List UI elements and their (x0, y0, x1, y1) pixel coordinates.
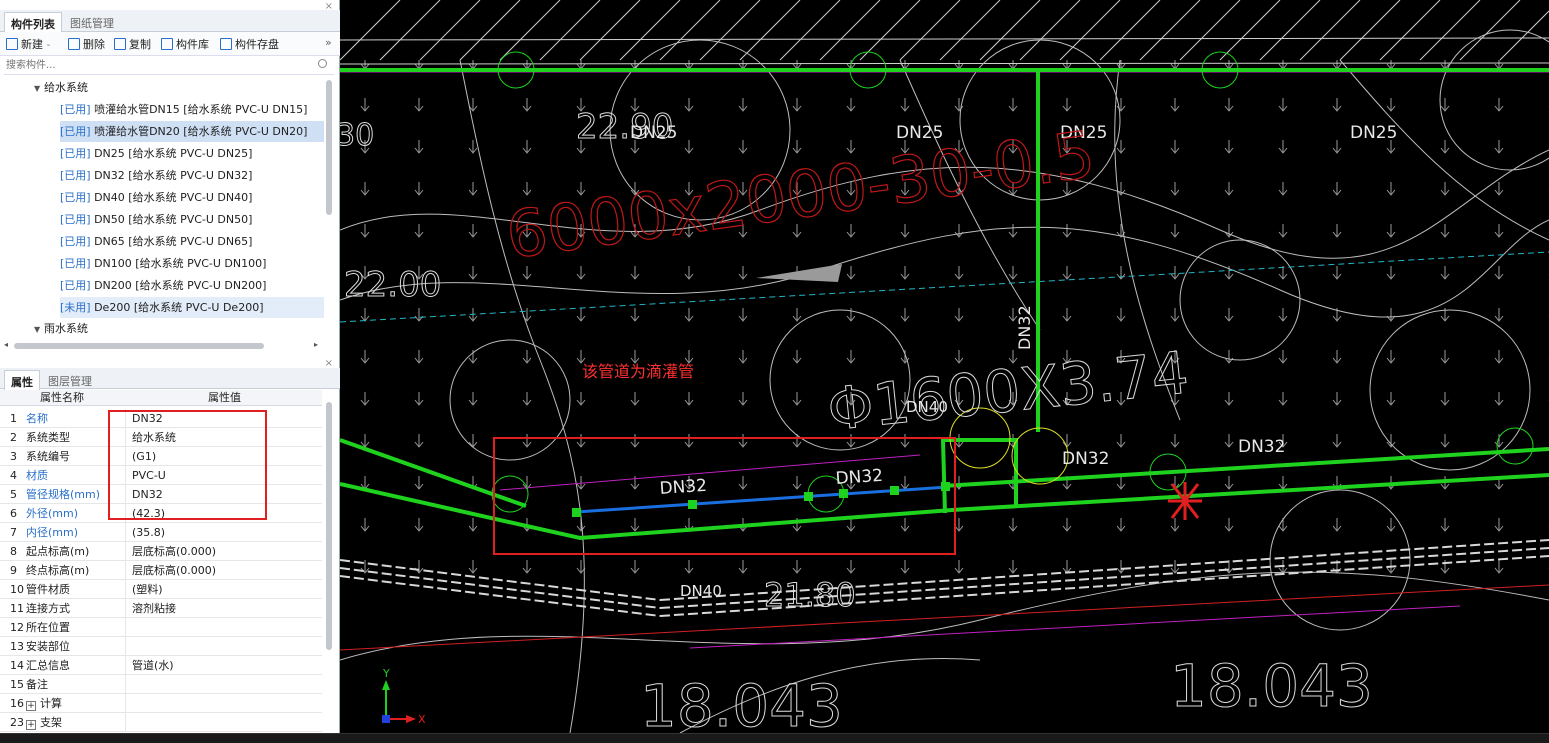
component-library-button[interactable]: 构件库 (161, 36, 209, 52)
tree-item[interactable]: [已用] DN32 [给水系统 PVC-U DN32] (60, 165, 324, 186)
tree-horizontal-scrollbar[interactable] (14, 343, 264, 349)
axis-x-label: X (418, 713, 426, 726)
property-row[interactable]: 7 内径(mm) (35.8) (0, 523, 322, 542)
status-bar (0, 733, 1549, 743)
tree-group-rainwater[interactable]: ▼ 雨水系统 (34, 318, 324, 339)
pipe-label: DN40 (906, 398, 948, 416)
property-table-header: 属性名称 属性值 (0, 390, 322, 406)
cad-drawing: 22.90 DN25 DN25 DN25 DN25 30 22.00 6000x… (340, 0, 1549, 733)
tree-item[interactable]: [已用] DN100 [给水系统 PVC-U DN100] (60, 253, 324, 274)
column-header-value: 属性值 (208, 391, 241, 404)
annotation-drip-pipe: 该管道为滴灌管 (582, 362, 694, 381)
tree-item[interactable]: [已用] DN40 [给水系统 PVC-U DN40] (60, 187, 324, 208)
axis-y-label: Y (382, 667, 390, 680)
tree-item[interactable]: [已用] 喷灌给水管DN15 [给水系统 PVC-U DN15] (60, 99, 324, 120)
caret-down-icon: ▼ (34, 325, 41, 334)
search-icon[interactable] (318, 59, 327, 68)
tree-item[interactable]: [已用] DN65 [给水系统 PVC-U DN65] (60, 231, 324, 252)
tree-item[interactable]: [已用] DN50 [给水系统 PVC-U DN50] (60, 209, 324, 230)
copy-button[interactable]: 复制 (114, 36, 151, 52)
new-icon (6, 38, 18, 50)
tree-item[interactable]: [已用] DN200 [给水系统 PVC-U DN200] (60, 275, 324, 296)
expand-plus-icon[interactable]: + (26, 720, 36, 730)
tree-item-hover[interactable]: [未用] De200 [给水系统 PVC-U De200] (60, 297, 324, 318)
expand-plus-icon[interactable]: + (26, 701, 36, 711)
tree-item[interactable]: [已用] DN25 [给水系统 PVC-U DN25] (60, 143, 324, 164)
pipe-label: DN32 (659, 476, 708, 499)
tab-drawing-management[interactable]: 图纸管理 (64, 12, 120, 32)
tab-properties[interactable]: 属性 (4, 370, 40, 390)
property-row[interactable]: 9 终点标高(m) 层底标高(0.000) (0, 561, 322, 580)
elevation-label: 21.80 (764, 576, 856, 614)
trash-icon (68, 38, 80, 50)
pipe-label: DN40 (680, 582, 722, 600)
new-button[interactable]: 新建 - (6, 36, 50, 52)
property-vertical-scrollbar[interactable] (326, 402, 332, 650)
copy-icon (114, 38, 126, 50)
tab-component-list[interactable]: 构件列表 (4, 12, 62, 32)
delete-button[interactable]: 删除 (68, 36, 105, 52)
top-tabbar: 构件列表 图纸管理 (0, 10, 340, 32)
pipe-label: DN32 (1238, 437, 1285, 457)
component-panel: × 构件列表 图纸管理 新建 - 删除 复制 构件库 构件存盘 » ▼给水系统 … (0, 0, 340, 733)
more-chevron-icon[interactable]: » (325, 36, 332, 52)
elevation-label: 22.00 (344, 265, 441, 305)
property-row[interactable]: 11 连接方式 溶剂粘接 (0, 599, 322, 618)
library-icon (161, 38, 173, 50)
component-save-button[interactable]: 构件存盘 (220, 36, 279, 52)
component-toolbar: 新建 - 删除 复制 构件库 构件存盘 » (0, 32, 340, 56)
caret-down-icon: ▼ (34, 84, 41, 93)
elevation-label: 18.043 (1170, 652, 1373, 720)
elevation-label: 18.043 (640, 672, 843, 733)
asterisk-marker (1168, 482, 1202, 520)
tree-group-water-supply[interactable]: ▼ 给水系统 (34, 77, 324, 98)
bottom-tabbar: 属性 图层管理 (0, 368, 340, 390)
properties-highlight-box (108, 410, 267, 520)
scroll-right-icon[interactable]: ▸ (314, 340, 318, 349)
property-row[interactable]: 15 备注 (0, 675, 322, 694)
property-row-expandable[interactable]: 16 + 计算 (0, 694, 322, 713)
pipe-label: DN32 (835, 466, 884, 489)
property-row[interactable]: 10 管件材质 (塑料) (0, 580, 322, 599)
pipe-label: DN32 (1015, 305, 1034, 350)
number-label: 30 (340, 118, 374, 153)
property-row[interactable]: 14 汇总信息 管道(水) (0, 656, 322, 675)
tree-item-selected[interactable]: [已用] 喷灌给水管DN20 [给水系统 PVC-U DN20] (60, 121, 324, 142)
save-icon (220, 38, 232, 50)
cad-drawing-canvas[interactable]: 22.90 DN25 DN25 DN25 DN25 30 22.00 6000x… (340, 0, 1549, 733)
pipe-label: DN25 (1350, 123, 1397, 143)
property-row-expandable[interactable]: 23 + 支架 (0, 713, 322, 732)
scroll-left-icon[interactable]: ◂ (4, 340, 8, 349)
tree-vertical-scrollbar[interactable] (326, 80, 332, 215)
column-header-name: 属性名称 (40, 391, 84, 404)
property-row[interactable]: 8 起点标高(m) 层底标高(0.000) (0, 542, 322, 561)
property-row[interactable]: 12 所在位置 (0, 618, 322, 637)
property-row[interactable]: 13 安装部位 (0, 637, 322, 656)
pipe-label: DN25 (630, 123, 677, 143)
component-search-input[interactable] (4, 57, 334, 75)
pipe-label: DN32 (1062, 449, 1109, 469)
tab-layer-management[interactable]: 图层管理 (42, 370, 98, 390)
